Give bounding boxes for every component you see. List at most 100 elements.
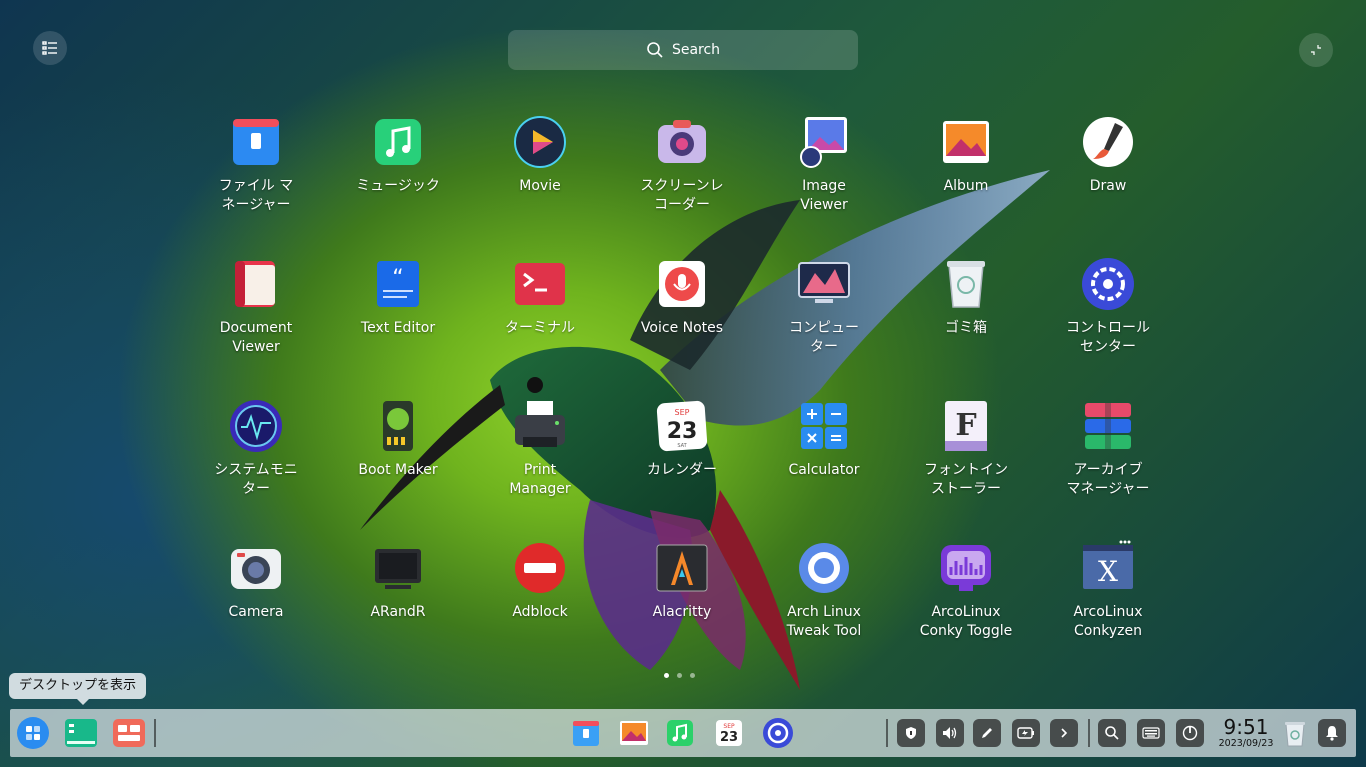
tray-power[interactable] — [1176, 719, 1204, 747]
app-tile-screen-recorder[interactable]: スクリーンレ コーダー — [611, 113, 753, 255]
app-tile-font-installer[interactable]: F フォントイン ストーラー — [895, 397, 1037, 539]
app-tile-calendar[interactable]: SEP 23 SAT カレンダー — [611, 397, 753, 539]
app-tile-adblock[interactable]: Adblock — [469, 539, 611, 681]
arch-tweak-tool-icon — [795, 539, 853, 597]
trash-icon — [937, 255, 995, 313]
document-viewer-icon — [227, 255, 285, 313]
app-tile-conky-toggle[interactable]: ArcoLinux Conky Toggle — [895, 539, 1037, 681]
battery-icon — [1017, 727, 1034, 739]
pen-icon — [982, 728, 992, 738]
control-center-icon — [1079, 255, 1137, 313]
app-label: ファイル マ ネージャー — [218, 178, 294, 213]
app-label: ターミナル — [505, 320, 575, 336]
app-tile-archive-manager[interactable]: アーカイブ マネージャー — [1037, 397, 1179, 539]
multitask-view-button[interactable] — [112, 716, 146, 750]
app-label: ArcoLinux Conkyzen — [1073, 604, 1143, 639]
app-label: Alacritty — [652, 604, 712, 620]
tray-pen[interactable] — [973, 719, 1001, 747]
dock-separator — [154, 719, 156, 747]
image-viewer-icon — [795, 113, 853, 171]
tray-security[interactable] — [897, 719, 925, 747]
app-label: フォントイン ストーラー — [924, 462, 1008, 497]
app-tile-camera[interactable]: Camera — [185, 539, 327, 681]
app-label: コントロール センター — [1066, 320, 1150, 355]
show-desktop-button[interactable] — [64, 716, 98, 750]
app-label: ARandR — [370, 604, 426, 620]
trash-button[interactable] — [1278, 716, 1312, 750]
app-tile-arandr[interactable]: ARandR — [327, 539, 469, 681]
search-icon — [1105, 726, 1119, 740]
app-label: Text Editor — [360, 320, 436, 336]
adblock-icon — [511, 539, 569, 597]
dock-control-center[interactable] — [761, 716, 795, 750]
app-tile-terminal[interactable]: ターミナル — [469, 255, 611, 397]
dock-album[interactable] — [617, 716, 651, 750]
app-tile-conkyzen[interactable]: X ArcoLinux Conkyzen — [1037, 539, 1179, 681]
album-icon — [620, 721, 648, 745]
app-tile-file-manager[interactable]: ファイル マ ネージャー — [185, 113, 327, 255]
shield-icon — [906, 727, 916, 739]
font-installer-icon: F — [937, 397, 995, 455]
dock-file-manager[interactable] — [569, 716, 603, 750]
app-tile-alacritty[interactable]: Alacritty — [611, 539, 753, 681]
app-label: Arch Linux Tweak Tool — [786, 604, 862, 639]
app-tile-document-viewer[interactable]: Document Viewer — [185, 255, 327, 397]
arandr-icon — [369, 539, 427, 597]
category-view-button[interactable] — [33, 31, 67, 65]
app-tile-system-monitor[interactable]: システムモニ ター — [185, 397, 327, 539]
exit-fullscreen-button[interactable] — [1299, 33, 1333, 67]
page-dot[interactable] — [677, 673, 682, 678]
app-tile-boot-maker[interactable]: Boot Maker — [327, 397, 469, 539]
app-label: カレンダー — [647, 462, 717, 478]
search-box[interactable]: Search — [508, 30, 858, 70]
page-dot[interactable] — [664, 673, 669, 678]
dock-music[interactable] — [663, 716, 697, 750]
app-tile-trash[interactable]: ゴミ箱 — [895, 255, 1037, 397]
taskbar: SEP 23 9:51 2023/09/23 — [10, 709, 1356, 757]
app-tile-movie[interactable]: Movie — [469, 113, 611, 255]
file-manager-icon — [227, 113, 285, 171]
app-tile-music[interactable]: ミュージック — [327, 113, 469, 255]
calendar-icon: SEP 23 — [716, 720, 742, 746]
app-tile-text-editor[interactable]: “ Text Editor — [327, 255, 469, 397]
app-tile-calculator[interactable]: Calculator — [753, 397, 895, 539]
movie-icon — [511, 113, 569, 171]
tray-volume[interactable] — [936, 719, 964, 747]
app-label: Draw — [1089, 178, 1127, 194]
svg-text:“: “ — [392, 266, 403, 291]
app-label: Image Viewer — [800, 178, 848, 213]
notification-button[interactable] — [1318, 719, 1346, 747]
app-label: Album — [943, 178, 989, 194]
music-icon — [369, 113, 427, 171]
app-tile-arch-tweak-tool[interactable]: Arch Linux Tweak Tool — [753, 539, 895, 681]
app-tile-control-center[interactable]: コントロール センター — [1037, 255, 1179, 397]
system-monitor-icon — [227, 397, 285, 455]
tray-search[interactable] — [1098, 719, 1126, 747]
clock-time: 9:51 — [1223, 715, 1269, 739]
svg-text:SEP: SEP — [675, 408, 690, 417]
file-manager-icon — [573, 721, 599, 746]
tray-keyboard[interactable] — [1137, 719, 1165, 747]
app-tile-print-manager[interactable]: Print Manager — [469, 397, 611, 539]
music-icon — [667, 720, 693, 746]
app-label: スクリーンレ コーダー — [640, 178, 724, 213]
app-tile-image-viewer[interactable]: Image Viewer — [753, 113, 895, 255]
dock-calendar[interactable]: SEP 23 — [712, 716, 746, 750]
clock[interactable]: 9:51 2023/09/23 — [1208, 716, 1284, 750]
search-icon — [647, 42, 663, 58]
page-dot[interactable] — [690, 673, 695, 678]
boot-maker-icon — [369, 397, 427, 455]
tray-expand-button[interactable] — [1050, 719, 1078, 747]
app-tile-voice-notes[interactable]: Voice Notes — [611, 255, 753, 397]
launcher-button[interactable] — [16, 716, 50, 750]
app-tile-computer[interactable]: コンピュー ター — [753, 255, 895, 397]
tray-battery[interactable] — [1012, 719, 1040, 747]
app-label: Print Manager — [509, 462, 571, 497]
svg-text:23: 23 — [720, 730, 738, 745]
volume-icon — [943, 727, 957, 739]
app-label: ArcoLinux Conky Toggle — [919, 604, 1013, 639]
app-label: Movie — [519, 178, 561, 194]
app-tile-draw[interactable]: Draw — [1037, 113, 1179, 255]
app-tile-album[interactable]: Album — [895, 113, 1037, 255]
app-label: アーカイブ マネージャー — [1066, 462, 1150, 497]
